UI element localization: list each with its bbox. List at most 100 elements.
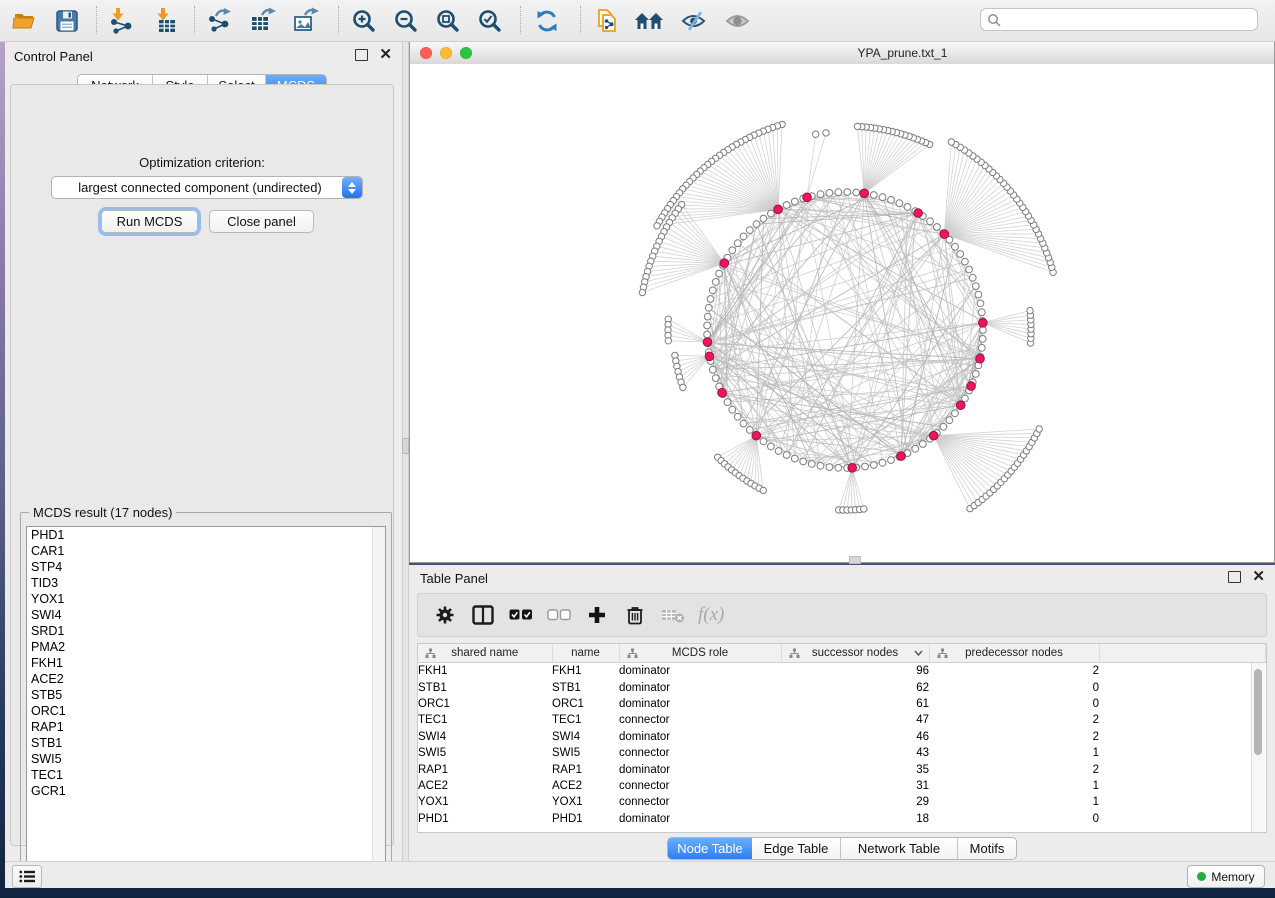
table-cell: SWI4 — [552, 729, 619, 745]
mcds-result-item[interactable]: YOX1 — [27, 591, 385, 607]
close-table-panel-icon[interactable]: ✕ — [1252, 572, 1265, 582]
table-cell: STB1 — [552, 679, 619, 695]
create-column-button[interactable] — [584, 602, 610, 628]
zoom-selected-button[interactable] — [475, 6, 505, 35]
horizontal-split-handle[interactable] — [849, 556, 861, 564]
column-header-predecessor-nodes[interactable]: predecessor nodes — [929, 644, 1099, 663]
tab-network-table[interactable]: Network Table — [841, 838, 958, 859]
tab-edge-table[interactable]: Edge Table — [752, 838, 841, 859]
column-header-successor-nodes[interactable]: successor nodes — [781, 644, 929, 663]
task-history-button[interactable] — [12, 865, 42, 888]
table-cell: ACE2 — [552, 778, 619, 794]
mcds-result-item[interactable]: PHD1 — [27, 527, 385, 543]
select-all-columns-button[interactable] — [508, 602, 534, 628]
new-network-from-selection-button[interactable] — [592, 6, 622, 35]
mcds-result-item[interactable]: SRD1 — [27, 623, 385, 639]
table-cell: 46 — [781, 729, 929, 745]
zoom-out-button[interactable] — [391, 6, 421, 35]
mcds-result-item[interactable]: SWI4 — [27, 607, 385, 623]
mcds-result-item[interactable]: RAP1 — [27, 719, 385, 735]
two-houses-icon — [634, 9, 664, 33]
network-canvas[interactable] — [410, 64, 1274, 562]
import-network-button[interactable] — [106, 6, 136, 35]
search-icon — [987, 13, 1001, 27]
mcds-result-item[interactable]: ORC1 — [27, 703, 385, 719]
float-panel-icon[interactable] — [355, 49, 368, 61]
table-row[interactable]: SWI4SWI4dominator462 — [418, 729, 1266, 745]
mcds-result-item[interactable]: FKH1 — [27, 655, 385, 671]
table-cell-empty — [1099, 663, 1266, 680]
vertical-split-handle[interactable] — [402, 438, 409, 454]
mcds-list-scrollbar[interactable] — [372, 527, 385, 875]
toolbar-separator — [580, 6, 581, 34]
memory-label: Memory — [1211, 870, 1254, 884]
deselect-all-columns-button[interactable] — [546, 602, 572, 628]
export-network-button[interactable] — [204, 6, 234, 35]
tab-node-table[interactable]: Node Table — [668, 838, 752, 859]
mcds-result-item[interactable]: TID3 — [27, 575, 385, 591]
open-session-button[interactable] — [10, 6, 40, 35]
export-table-button[interactable] — [247, 6, 277, 35]
column-header-name[interactable]: name — [552, 644, 619, 663]
column-settings-button[interactable] — [432, 602, 458, 628]
float-table-panel-icon[interactable] — [1228, 571, 1241, 583]
show-all-button[interactable] — [722, 6, 752, 35]
table-row[interactable]: ACE2ACE2connector311 — [418, 778, 1266, 794]
mcds-result-item[interactable]: STB1 — [27, 735, 385, 751]
save-session-button[interactable] — [52, 6, 82, 35]
memory-button[interactable]: Memory — [1187, 865, 1265, 888]
function-builder-button[interactable]: f(x) — [698, 602, 724, 628]
window-close-button[interactable] — [420, 47, 432, 59]
first-neighbors-button[interactable] — [634, 6, 664, 35]
import-table-button[interactable] — [150, 6, 180, 35]
table-row[interactable]: STB1STB1dominator620 — [418, 679, 1266, 695]
close-panel-button[interactable]: Close panel — [209, 210, 314, 233]
delete-table-button[interactable] — [660, 602, 686, 628]
window-minimize-button[interactable] — [440, 47, 452, 59]
hide-selected-button[interactable] — [678, 6, 708, 35]
tab-motifs[interactable]: Motifs — [958, 838, 1016, 859]
table-cell: TEC1 — [552, 712, 619, 728]
table-cell: SWI5 — [552, 745, 619, 761]
table-cell: connector — [619, 745, 781, 761]
table-scrollbar-thumb[interactable] — [1254, 669, 1262, 755]
mcds-result-item[interactable]: PMA2 — [27, 639, 385, 655]
delete-column-button[interactable] — [622, 602, 648, 628]
search-input[interactable] — [1001, 12, 1251, 28]
table-row[interactable]: TEC1TEC1connector472 — [418, 712, 1266, 728]
show-column-panel-button[interactable] — [470, 602, 496, 628]
column-header-shared-name[interactable]: shared name — [418, 644, 552, 663]
apply-layout-button[interactable] — [532, 6, 562, 35]
mcds-result-item[interactable]: CAR1 — [27, 543, 385, 559]
mcds-result-item[interactable]: ACE2 — [27, 671, 385, 687]
table-row[interactable]: FKH1FKH1dominator962 — [418, 663, 1266, 680]
column-header-MCDS-role[interactable]: MCDS role — [619, 644, 781, 663]
table-row[interactable]: ORC1ORC1dominator610 — [418, 696, 1266, 712]
mcds-result-item[interactable]: TEC1 — [27, 767, 385, 783]
table-row[interactable]: PHD1PHD1dominator180 — [418, 811, 1266, 827]
table-cell: PHD1 — [552, 811, 619, 827]
table-cell: 61 — [781, 696, 929, 712]
table-cell: YOX1 — [418, 794, 552, 810]
table-row[interactable]: RAP1RAP1dominator352 — [418, 761, 1266, 777]
close-panel-icon[interactable]: ✕ — [379, 50, 392, 60]
export-image-button[interactable] — [290, 6, 320, 35]
list-icon — [19, 870, 35, 883]
mcds-result-item[interactable]: STP4 — [27, 559, 385, 575]
zoom-in-button[interactable] — [349, 6, 379, 35]
mcds-result-item[interactable]: SWI5 — [27, 751, 385, 767]
window-zoom-button[interactable] — [460, 47, 472, 59]
network-document-icon — [594, 7, 621, 34]
table-cell: 0 — [929, 811, 1099, 827]
mcds-result-item[interactable]: GCR1 — [27, 783, 385, 799]
mcds-tab-content: Optimization criterion: largest connecte… — [10, 84, 394, 846]
table-row[interactable]: YOX1YOX1connector291 — [418, 794, 1266, 810]
run-mcds-button[interactable]: Run MCDS — [101, 210, 198, 233]
mcds-result-item[interactable]: STB5 — [27, 687, 385, 703]
criterion-dropdown[interactable]: largest connected component (undirected) — [51, 176, 363, 199]
zoom-fit-button[interactable] — [433, 6, 463, 35]
memory-status-dot — [1197, 872, 1206, 881]
table-row[interactable]: SWI5SWI5connector431 — [418, 745, 1266, 761]
table-scrollbar[interactable] — [1251, 663, 1265, 832]
network-graph[interactable] — [410, 64, 1274, 562]
